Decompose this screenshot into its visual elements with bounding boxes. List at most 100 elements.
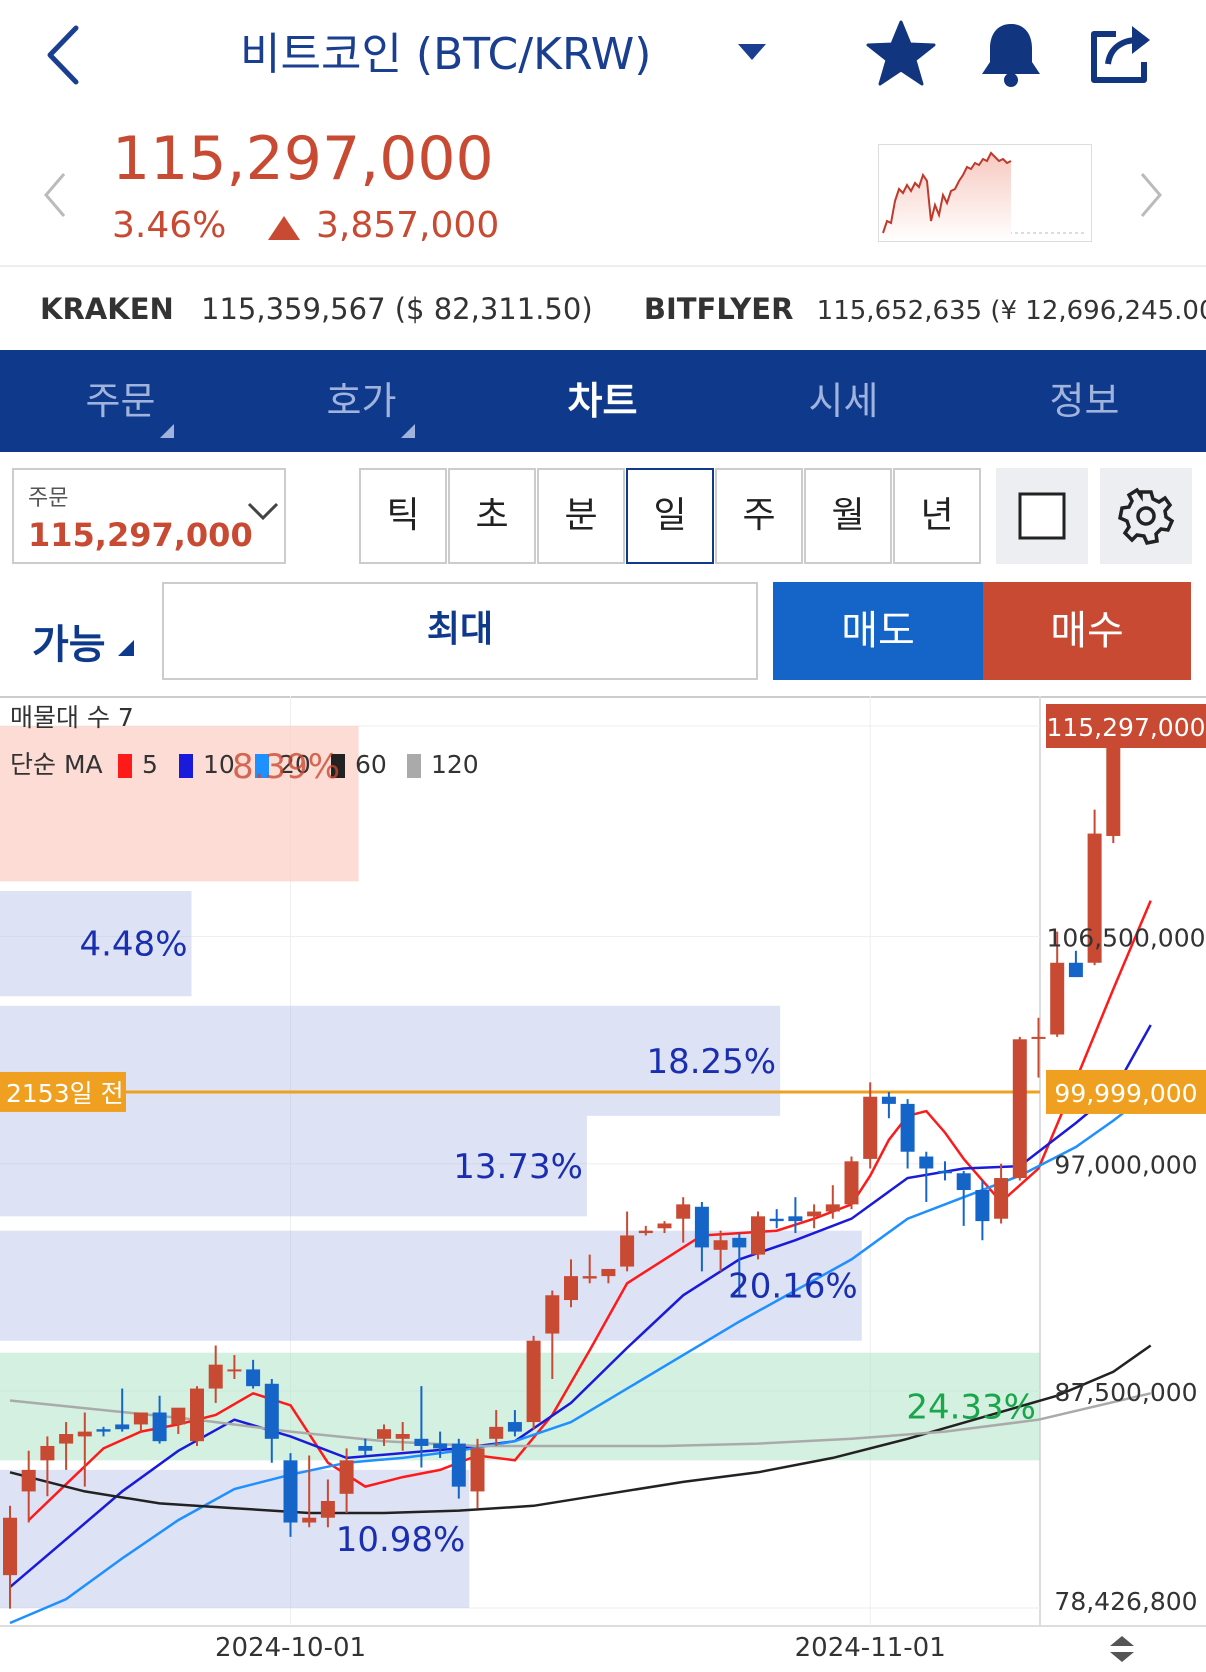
- candle-body: [1031, 1036, 1046, 1039]
- available-label[interactable]: 가능: [32, 612, 106, 670]
- current-price: 115,297,000: [112, 124, 494, 194]
- change-percent: 3.46%: [112, 205, 227, 246]
- candle-body: [526, 1340, 541, 1423]
- reference-line-label: 2153일 전: [6, 1079, 124, 1108]
- bell-icon: [982, 24, 1040, 87]
- main-tabs: 주문 호가 차트 시세 정보: [0, 350, 1206, 452]
- candle-body: [246, 1369, 261, 1387]
- legend-ma-period: 120: [431, 750, 479, 779]
- period-second[interactable]: 초: [448, 468, 536, 564]
- candle-body: [489, 1426, 504, 1439]
- x-tick-label: 2024-10-01: [215, 1633, 366, 1663]
- candle-body: [470, 1448, 485, 1492]
- gear-icon: [1118, 487, 1175, 545]
- candle-body: [1012, 1039, 1027, 1179]
- y-tick-label: 99,999,000: [1054, 1079, 1197, 1108]
- candle-body: [264, 1383, 279, 1439]
- corner-marker-icon: [118, 640, 134, 656]
- tab-quotes[interactable]: 시세: [723, 350, 964, 452]
- candle-body: [414, 1438, 429, 1446]
- chart-settings-button[interactable]: [1100, 468, 1192, 564]
- candle-body: [40, 1445, 55, 1461]
- candle-body: [564, 1276, 578, 1301]
- next-coin-button[interactable]: [1136, 170, 1166, 220]
- scroll-handle: [1110, 1636, 1134, 1662]
- prev-coin-button[interactable]: [40, 170, 70, 220]
- corner-marker-icon: [160, 424, 174, 438]
- period-year[interactable]: 년: [893, 468, 981, 564]
- chevron-left-icon: [44, 173, 66, 217]
- max-button[interactable]: 최대: [162, 582, 758, 680]
- mini-chart[interactable]: [878, 144, 1092, 242]
- alert-button[interactable]: [976, 18, 1046, 88]
- candle-body: [620, 1235, 635, 1267]
- exchange-prices: KRAKEN 115,359,567 ($ 82,311.50) BITFLYE…: [40, 292, 1206, 326]
- candle-body: [657, 1223, 672, 1229]
- legend-ma-swatch: [118, 754, 132, 778]
- candle-body: [190, 1388, 204, 1442]
- tab-info[interactable]: 정보: [964, 350, 1205, 452]
- fullscreen-button[interactable]: [996, 468, 1088, 564]
- candle-body: [1068, 962, 1083, 978]
- candle-body: [507, 1422, 522, 1432]
- candle-body: [283, 1460, 298, 1523]
- page-title[interactable]: 비트코인 (BTC/KRW): [240, 18, 651, 82]
- top-bar: 비트코인 (BTC/KRW): [0, 0, 1206, 110]
- candle-body: [938, 1170, 952, 1174]
- change-amount: 3,857,000: [316, 205, 500, 246]
- share-button[interactable]: [1086, 18, 1156, 88]
- candle-body: [227, 1369, 242, 1372]
- period-minute[interactable]: 분: [537, 468, 625, 564]
- price-chart[interactable]: 2153일 전 4.48% 18.25% 13.73% 20.16% 24.33% 10.…: [0, 696, 1206, 1672]
- arrow-up-icon: [1110, 1636, 1134, 1646]
- candle-body: [377, 1429, 391, 1439]
- volume-profile-label: 13.73%: [453, 1147, 583, 1187]
- candle-body: [713, 1240, 728, 1250]
- legend-ma-swatch: [179, 754, 193, 778]
- candle-body: [956, 1173, 971, 1191]
- candle-body: [208, 1364, 223, 1389]
- corner-marker-icon: [401, 424, 415, 438]
- order-price: 115,297,000: [28, 516, 253, 554]
- candle-body: [638, 1230, 653, 1234]
- tab-chart[interactable]: 차트: [482, 350, 723, 452]
- tab-order[interactable]: 주문: [0, 350, 241, 452]
- candle-body: [769, 1218, 784, 1222]
- period-week[interactable]: 주: [715, 468, 803, 564]
- volume-profile-label: 20.16%: [728, 1267, 858, 1307]
- y-tick-label: 78,426,800: [1054, 1587, 1197, 1616]
- period-day[interactable]: 일: [626, 468, 714, 564]
- buy-button[interactable]: 매수: [983, 582, 1191, 680]
- tab-orderbook[interactable]: 호가: [241, 350, 482, 452]
- candle-body: [863, 1096, 878, 1159]
- order-label: 주문: [28, 486, 69, 511]
- favorite-button[interactable]: [866, 18, 936, 88]
- square-icon: [1018, 492, 1066, 540]
- chevron-down-icon: [247, 502, 279, 521]
- candle-body: [59, 1434, 74, 1444]
- candle-body: [825, 1204, 840, 1212]
- star-icon: [866, 20, 936, 86]
- y-tick-label: 87,500,000: [1054, 1378, 1197, 1407]
- caret-down-icon[interactable]: [738, 44, 766, 60]
- legend-ma-swatch: [407, 754, 421, 778]
- sell-button[interactable]: 매도: [773, 582, 983, 680]
- back-button[interactable]: [36, 20, 96, 90]
- candle-body: [676, 1204, 691, 1219]
- exchange-name: KRAKEN: [40, 292, 174, 326]
- chevron-left-icon: [47, 25, 79, 85]
- candle-body: [115, 1424, 130, 1430]
- candle-body: [77, 1431, 92, 1437]
- candle-body: [582, 1276, 597, 1279]
- volume-profile-label: 8.39%: [232, 747, 340, 787]
- volume-profile-label: 4.48%: [79, 925, 187, 965]
- x-tick-label: 2024-11-01: [795, 1633, 946, 1663]
- candle-body: [1050, 962, 1065, 1035]
- legend-ma-period: 60: [355, 750, 387, 779]
- period-month[interactable]: 월: [804, 468, 892, 564]
- order-price-select[interactable]: 주문 115,297,000: [12, 468, 286, 564]
- period-tick[interactable]: 틱: [359, 468, 447, 564]
- x-axis: 2024-10-01 2024-11-01: [215, 1633, 946, 1663]
- exchange-name: BITFLYER: [643, 292, 794, 326]
- candle-body: [919, 1156, 934, 1169]
